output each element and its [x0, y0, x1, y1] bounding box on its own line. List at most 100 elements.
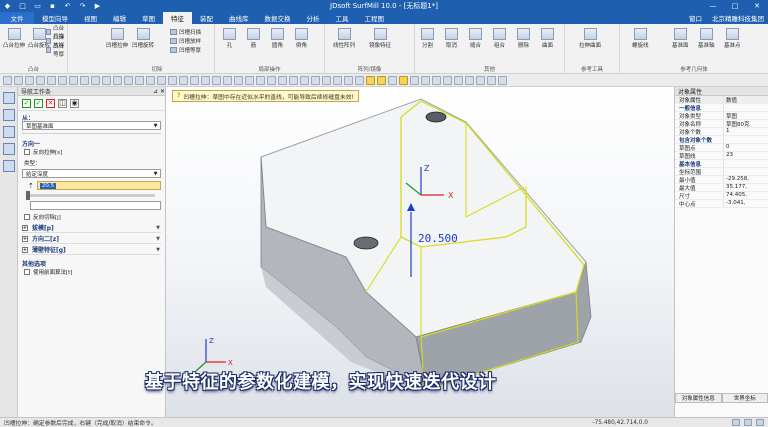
apply-icon[interactable]: ✓ — [34, 98, 43, 108]
thin-feature-section[interactable]: + 薄壁特征[g] ▼ — [22, 245, 161, 255]
toolbar-tool-icon[interactable] — [190, 75, 199, 85]
toolbar-tool-icon[interactable] — [25, 75, 34, 85]
boss-thicken-button[interactable]: 凸台等厚 — [46, 44, 67, 58]
reverse-extrude-checkbox[interactable]: 反向拉伸[s] — [18, 147, 165, 157]
menu-item[interactable]: 草图 — [134, 12, 163, 24]
split-button[interactable]: 分割 — [421, 28, 434, 49]
toolbar-tool-icon[interactable] — [443, 75, 452, 85]
tree-icon[interactable] — [3, 126, 15, 138]
toolbar-tool-icon[interactable] — [377, 75, 386, 85]
from-select[interactable]: 草图基准面 ▼ — [22, 121, 161, 130]
type-select[interactable]: 给定深度 ▼ — [22, 169, 161, 178]
property-row[interactable]: 对象名称 草图80克 — [675, 120, 768, 128]
menu-item-active[interactable]: 特征 — [163, 12, 192, 24]
menu-item[interactable]: 模型向导 — [34, 12, 76, 24]
toolbar-tool-icon[interactable] — [410, 75, 419, 85]
toolbar-tool-icon[interactable] — [223, 75, 232, 85]
camera-icon[interactable] — [3, 143, 15, 155]
props-tab-info[interactable]: 对象属性信息 — [675, 393, 722, 403]
menu-file[interactable]: 文件 — [0, 12, 34, 24]
confirm-icon[interactable]: ✓ — [22, 98, 31, 108]
window-menu[interactable]: 窗口 — [689, 13, 702, 23]
depth-slider[interactable] — [26, 191, 155, 200]
toolbar-tool-icon[interactable] — [267, 75, 276, 85]
depth-input[interactable]: 20.5 — [36, 181, 161, 190]
linear-pattern-button[interactable]: 线性阵列 — [333, 28, 355, 49]
menu-item[interactable]: 曲线库 — [221, 12, 257, 24]
navigation-icon[interactable] — [3, 92, 15, 104]
toolbar-tool-icon[interactable] — [300, 75, 309, 85]
use-prev-algorithm-checkbox[interactable]: 使用前面算法[t] — [18, 267, 165, 277]
minimize-button[interactable]: — — [702, 0, 724, 11]
property-row[interactable]: 对象个数 1 — [675, 128, 768, 136]
toolbar-tool-icon[interactable] — [399, 75, 408, 85]
close-button[interactable]: ✕ — [746, 0, 768, 11]
rib-button[interactable]: 筋 — [247, 28, 260, 49]
toolbar-tool-icon[interactable] — [157, 75, 166, 85]
cut-revolve-button[interactable]: 凹槽旋转 — [132, 28, 154, 49]
toolbar-tool-icon[interactable] — [58, 75, 67, 85]
boss-extrude-button[interactable]: 凸台拉伸 — [3, 28, 25, 49]
property-row[interactable]: 最大值 35.177, — [675, 184, 768, 192]
toolbar-tool-icon[interactable] — [289, 75, 298, 85]
toolbar-tool-icon[interactable] — [36, 75, 45, 85]
menu-item[interactable]: 视图 — [76, 12, 105, 24]
menu-item[interactable]: 数据交换 — [257, 12, 299, 24]
property-row[interactable]: 草图线 23 — [675, 152, 768, 160]
toolbar-tool-icon[interactable] — [333, 75, 342, 85]
toolbar-tool-icon[interactable] — [311, 75, 320, 85]
property-row[interactable]: 基本信息 — [675, 160, 768, 168]
toolbar-tool-icon[interactable] — [432, 75, 441, 85]
toolbar-tool-icon[interactable] — [322, 75, 331, 85]
help-icon[interactable]: ◉ — [70, 98, 79, 108]
grid-icon[interactable] — [744, 419, 752, 426]
toolbar-tool-icon[interactable] — [69, 75, 78, 85]
chamfer-button[interactable]: 倒角 — [295, 28, 308, 49]
toolbar-tool-icon[interactable] — [234, 75, 243, 85]
toolbar-tool-icon[interactable] — [421, 75, 430, 85]
direction2-section[interactable]: + 方向二[z] ▼ — [22, 234, 161, 244]
toolbar-tool-icon[interactable] — [91, 75, 100, 85]
toolbar-tool-icon[interactable] — [168, 75, 177, 85]
toolbar-tool-icon[interactable] — [454, 75, 463, 85]
settings-icon[interactable] — [3, 160, 15, 172]
mirror-button[interactable]: 镜像特征 — [369, 28, 391, 49]
toolbar-tool-icon[interactable] — [355, 75, 364, 85]
maximize-button[interactable]: □ — [724, 0, 746, 11]
depth-dimension-label[interactable]: 20.500 — [418, 232, 458, 245]
cut-extrude-button[interactable]: 凹槽拉伸 — [106, 28, 128, 49]
toolbar-tool-icon[interactable] — [179, 75, 188, 85]
preview-icon[interactable]: ◫ — [58, 98, 67, 108]
toolbar-tool-icon[interactable] — [344, 75, 353, 85]
toolbar-tool-icon[interactable] — [14, 75, 23, 85]
toolbar-tool-icon[interactable] — [146, 75, 155, 85]
layers-icon[interactable] — [3, 109, 15, 121]
cancel-icon[interactable]: ✕ — [46, 98, 55, 108]
cancel-button[interactable]: 取消 — [445, 28, 458, 49]
toolbar-tool-icon[interactable] — [80, 75, 89, 85]
datum-point-button[interactable]: 基准点 — [724, 28, 741, 49]
menu-item[interactable]: 工具 — [328, 12, 357, 24]
sew-button[interactable]: 缝合 — [469, 28, 482, 49]
cut-loft-button[interactable]: 凹槽放样 — [170, 37, 201, 45]
menu-item[interactable]: 装配 — [192, 12, 221, 24]
toolbar-tool-icon[interactable] — [47, 75, 56, 85]
draft-section[interactable]: + 拔模[p] ▼ — [22, 223, 161, 233]
toolbar-tool-icon[interactable] — [113, 75, 122, 85]
hole-button[interactable]: 孔 — [223, 28, 236, 49]
toolbar-tool-icon[interactable] — [135, 75, 144, 85]
toolbar-tool-icon[interactable] — [465, 75, 474, 85]
slider-knob[interactable] — [26, 191, 30, 200]
direction-input[interactable] — [30, 201, 161, 210]
property-row[interactable]: 坐标范围 — [675, 168, 768, 176]
toolbar-tool-icon[interactable] — [102, 75, 111, 85]
cut-thicken-button[interactable]: 凹槽等厚 — [170, 46, 201, 54]
delete-button[interactable]: 删除 — [517, 28, 530, 49]
property-row[interactable]: 中心点 -3.041, — [675, 200, 768, 208]
toolbar-tool-icon[interactable] — [487, 75, 496, 85]
fillet-button[interactable]: 圆角 — [271, 28, 284, 49]
reverse-cut-checkbox[interactable]: 反向切除[j] — [18, 212, 165, 222]
toolbar-tool-icon[interactable] — [476, 75, 485, 85]
props-tab-world[interactable]: 世界坐标 — [721, 393, 768, 403]
property-row[interactable]: 一般信息 — [675, 104, 768, 112]
